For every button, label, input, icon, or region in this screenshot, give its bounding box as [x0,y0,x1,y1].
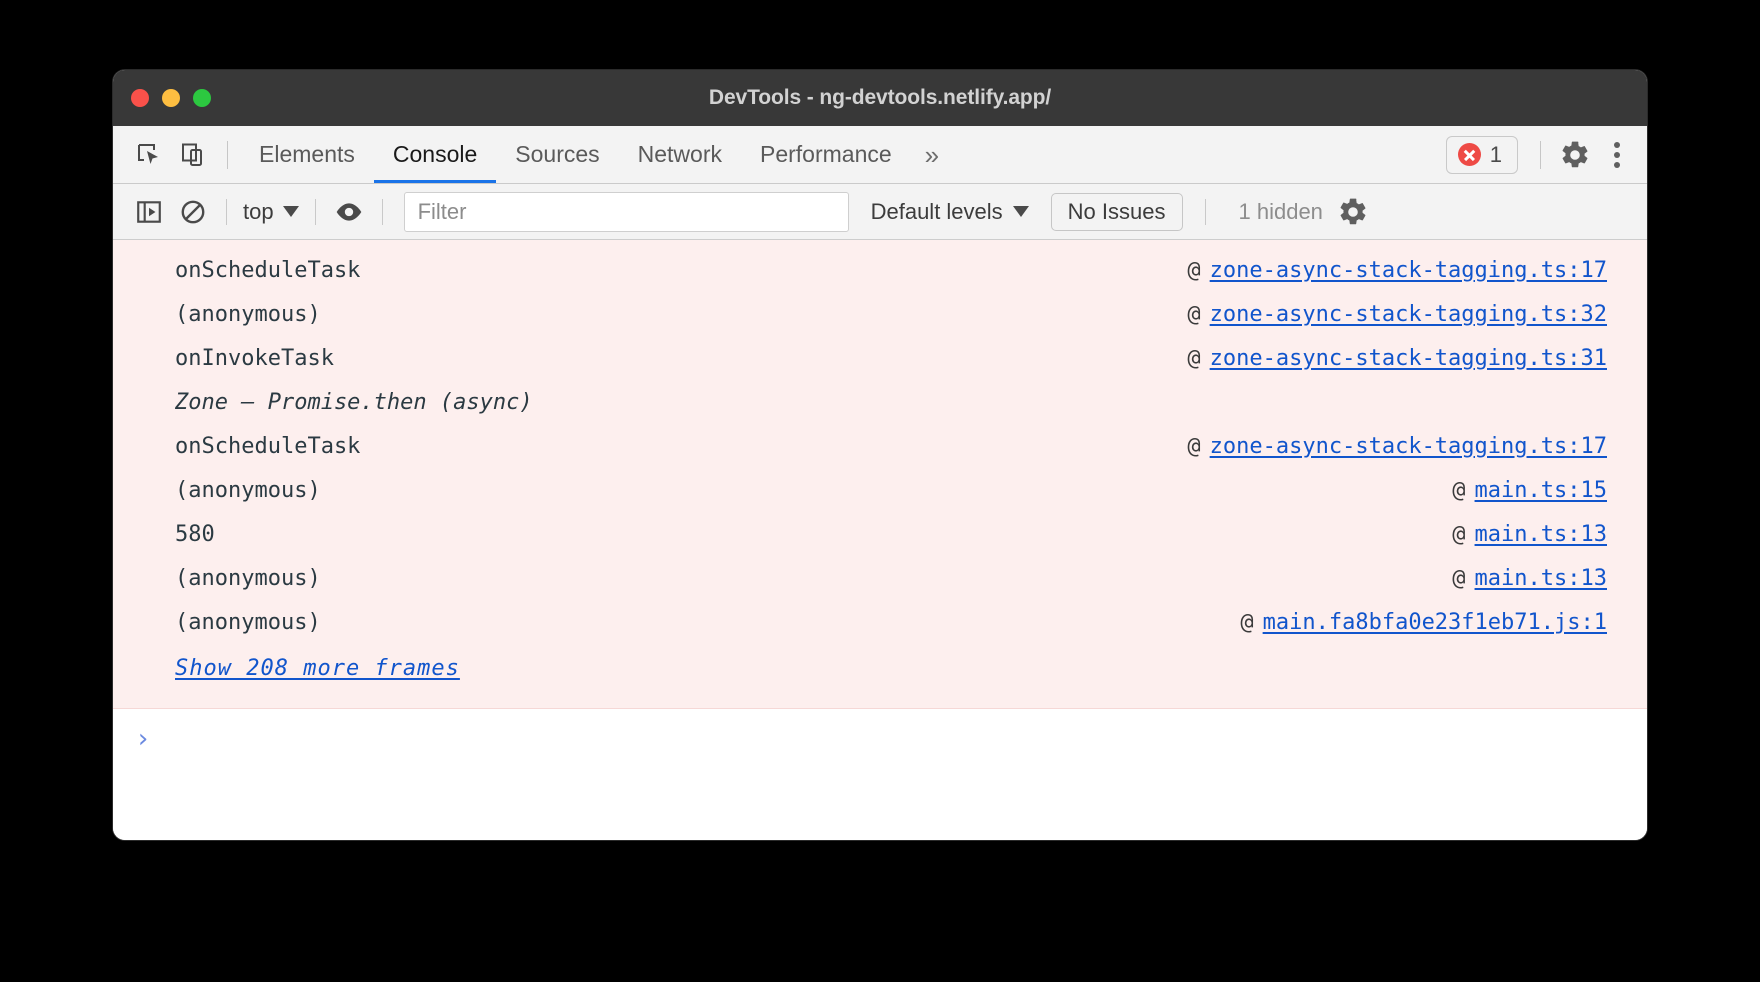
stack-frame-location: @ main.ts:13 [1452,522,1607,547]
gear-icon[interactable] [1553,133,1597,177]
error-count-label: 1 [1490,142,1502,168]
source-link[interactable]: main.ts:13 [1475,566,1607,591]
execution-context-selector[interactable]: top [238,199,304,225]
toolbar-divider [315,199,316,225]
at-sign: @ [1187,434,1200,459]
stack-frame-row[interactable]: onInvokeTask @ zone-async-stack-tagging.… [113,336,1647,380]
console-message-area[interactable]: onScheduleTask @ zone-async-stack-taggin… [113,240,1647,840]
inspect-element-icon[interactable] [127,133,171,177]
issues-button[interactable]: No Issues [1051,193,1183,231]
devtools-tab-bar: Elements Console Sources Network Perform… [113,126,1647,184]
hidden-messages-count: 1 hidden [1239,199,1323,225]
source-link[interactable]: zone-async-stack-tagging.ts:32 [1210,302,1607,327]
source-link[interactable]: zone-async-stack-tagging.ts:31 [1210,346,1607,371]
stack-frame-name: 580 [175,522,215,547]
chevron-down-icon [1013,206,1029,217]
stack-frame-location: @ main.fa8bfa0e23f1eb71.js:1 [1240,610,1607,635]
log-levels-selector[interactable]: Default levels [871,199,1029,225]
console-toolbar: top Filter Default levels No Issues 1 hi… [113,184,1647,240]
filter-placeholder: Filter [418,199,467,225]
traffic-light-controls [131,70,211,126]
stack-frame-row[interactable]: 580 @ main.ts:13 [113,512,1647,556]
devtools-window: DevTools - ng-devtools.netlify.app/ Elem… [113,70,1647,840]
stack-frame-name: onScheduleTask [175,434,360,459]
at-sign: @ [1187,302,1200,327]
stack-frame-row[interactable]: onScheduleTask @ zone-async-stack-taggin… [113,424,1647,468]
stack-frame-row[interactable]: (anonymous) @ main.fa8bfa0e23f1eb71.js:1 [113,600,1647,644]
toolbar-divider [227,141,228,169]
toolbar-divider [382,199,383,225]
at-sign: @ [1452,478,1465,503]
window-title-bar: DevTools - ng-devtools.netlify.app/ [113,70,1647,126]
stack-frame-name: onInvokeTask [175,346,334,371]
more-tabs-chevron-icon[interactable]: » [911,142,953,168]
show-more-frames-link[interactable]: Show 208 more frames [175,656,460,681]
at-sign: @ [1187,258,1200,283]
prompt-caret-icon: › [135,724,151,754]
at-sign: @ [1452,566,1465,591]
stack-frame-location: @ main.ts:13 [1452,566,1607,591]
stack-frame-name: (anonymous) [175,302,321,327]
execution-context-label: top [243,199,274,225]
at-sign: @ [1240,610,1253,635]
tab-sources[interactable]: Sources [496,126,618,183]
stack-frame-name: (anonymous) [175,566,321,591]
toolbar-divider [1540,141,1541,169]
toolbar-divider [226,199,227,225]
source-link[interactable]: main.ts:15 [1475,478,1607,503]
stack-frame-row[interactable]: (anonymous) @ main.ts:15 [113,468,1647,512]
tab-elements[interactable]: Elements [240,126,374,183]
source-link[interactable]: main.ts:13 [1475,522,1607,547]
device-toolbar-icon[interactable] [171,133,215,177]
error-count-badge[interactable]: 1 [1446,136,1518,174]
toolbar-divider [1205,199,1206,225]
async-boundary-label: Zone — Promise.then (async) [175,390,533,415]
chevron-down-icon [283,206,299,217]
stack-frame-row[interactable]: (anonymous) @ zone-async-stack-tagging.t… [113,292,1647,336]
tab-performance[interactable]: Performance [741,126,911,183]
show-more-frames-row: Show 208 more frames [113,644,1647,692]
console-prompt[interactable]: › [113,709,1647,769]
stack-frame-location: @ zone-async-stack-tagging.ts:31 [1187,346,1607,371]
window-title: DevTools - ng-devtools.netlify.app/ [113,86,1647,110]
live-expression-icon[interactable] [327,190,371,234]
source-link[interactable]: zone-async-stack-tagging.ts:17 [1210,258,1607,283]
stack-frame-name: (anonymous) [175,478,321,503]
at-sign: @ [1187,346,1200,371]
stack-frame-location: @ zone-async-stack-tagging.ts:17 [1187,258,1607,283]
console-sidebar-icon[interactable] [127,190,171,234]
source-link[interactable]: zone-async-stack-tagging.ts:17 [1210,434,1607,459]
filter-input[interactable]: Filter [404,192,849,232]
close-window-button[interactable] [131,89,149,107]
stack-frame-location: @ zone-async-stack-tagging.ts:32 [1187,302,1607,327]
kebab-menu-icon[interactable] [1597,133,1637,177]
source-link[interactable]: main.fa8bfa0e23f1eb71.js:1 [1263,610,1607,635]
stack-frame-row[interactable]: (anonymous) @ main.ts:13 [113,556,1647,600]
console-settings-gear-icon[interactable] [1337,196,1369,228]
clear-console-icon[interactable] [171,190,215,234]
stack-frame-location: @ main.ts:15 [1452,478,1607,503]
minimize-window-button[interactable] [162,89,180,107]
error-circle-icon [1458,143,1481,166]
error-stack-trace-group: onScheduleTask @ zone-async-stack-taggin… [113,240,1647,709]
tab-network[interactable]: Network [619,126,741,183]
async-boundary-row: Zone — Promise.then (async) [113,380,1647,424]
at-sign: @ [1452,522,1465,547]
stack-frame-name: onScheduleTask [175,258,360,283]
stack-frame-location: @ zone-async-stack-tagging.ts:17 [1187,434,1607,459]
stack-frame-row[interactable]: onScheduleTask @ zone-async-stack-taggin… [113,248,1647,292]
maximize-window-button[interactable] [193,89,211,107]
stack-frame-name: (anonymous) [175,610,321,635]
log-levels-label: Default levels [871,199,1003,225]
tab-console[interactable]: Console [374,126,496,183]
